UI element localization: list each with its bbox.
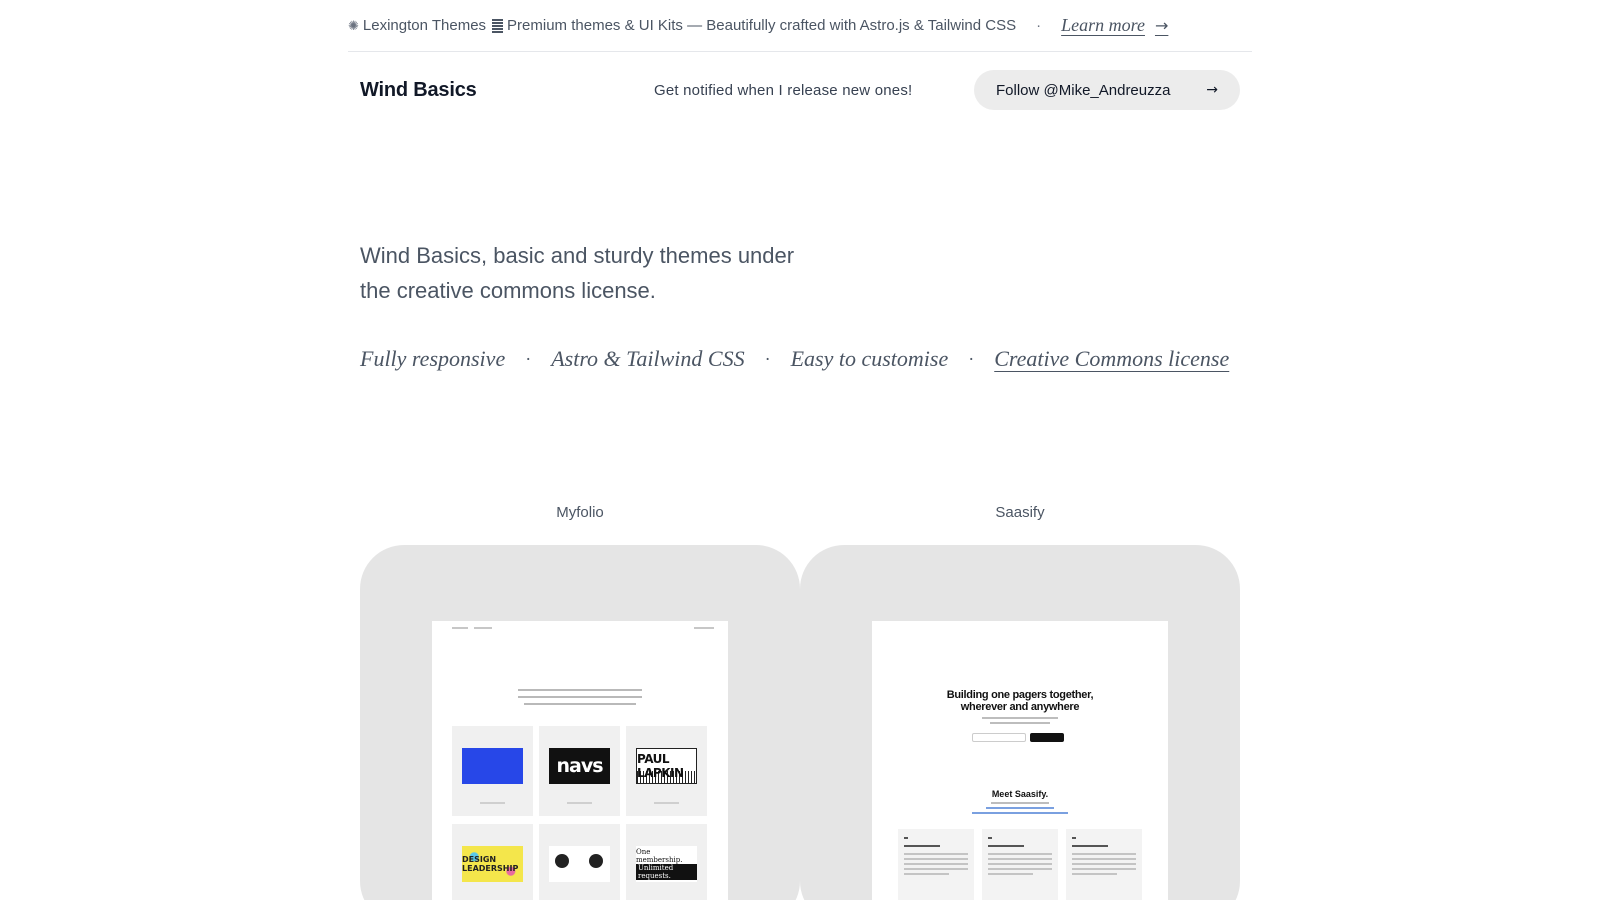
feature-list: Fully responsive · Astro & Tailwind CSS … — [360, 346, 1240, 372]
card-label-saasify: Saasify — [995, 504, 1045, 521]
announcement-text: Premium themes & UI Kits — Beautifully c… — [507, 17, 1017, 34]
thumb-column — [1066, 829, 1142, 900]
follow-button[interactable]: Follow @Mike_Andreuzza → — [974, 70, 1240, 110]
learn-more-link[interactable]: Learn more → — [1061, 15, 1168, 36]
arrow-right-icon: → — [1154, 16, 1169, 35]
saasify-screenshot: Building one pagers together, wherever a… — [872, 621, 1168, 900]
thumb-tile: DESIGN LEADERSHIP — [452, 824, 533, 900]
myfolio-screenshot: navs PAUL LAPKIN DESIGN LEADERSHIP One m… — [432, 621, 728, 900]
thumb-columns — [898, 829, 1142, 900]
thumb-tile — [452, 726, 533, 816]
feature-separator: · — [764, 348, 771, 369]
arrow-right-icon: → — [1206, 82, 1218, 98]
announcement-separator: · — [1036, 17, 1042, 34]
notify-text: Get notified when I release new ones! — [654, 81, 913, 99]
hero-tagline: Wind Basics, basic and sturdy themes und… — [360, 243, 795, 303]
feature-separator: · — [968, 348, 975, 369]
card-label-myfolio: Myfolio — [556, 504, 604, 521]
thumb-tile — [539, 824, 620, 900]
feature-item: Astro & Tailwind CSS — [551, 346, 745, 371]
thumb-column — [898, 829, 974, 900]
announcement-brand: Lexington Themes — [362, 17, 487, 34]
brand-sun-icon: ✺ — [348, 17, 359, 33]
thumb-tile: One membership. Unlimited requests. — [626, 824, 707, 900]
thumb-heading: Meet Saasify. — [991, 789, 1049, 799]
bars-icon — [492, 18, 504, 33]
learn-more-label: Learn more — [1061, 15, 1145, 35]
thumb-column — [982, 829, 1058, 900]
license-link[interactable]: Creative Commons license — [994, 346, 1229, 372]
follow-button-label: Follow @Mike_Andreuzza — [996, 81, 1171, 99]
feature-item: Easy to customise — [790, 346, 949, 371]
thumb-tile: navs — [539, 726, 620, 816]
thumb-grid: navs PAUL LAPKIN DESIGN LEADERSHIP One m… — [452, 726, 708, 900]
site-logo[interactable]: Wind Basics — [360, 79, 477, 102]
thumb-title: Building one pagers together, wherever a… — [946, 689, 1094, 713]
theme-card-saasify[interactable]: Building one pagers together, wherever a… — [800, 545, 1240, 900]
feature-separator: · — [525, 348, 532, 369]
thumb-tile: PAUL LAPKIN — [626, 726, 707, 816]
theme-card-myfolio[interactable]: navs PAUL LAPKIN DESIGN LEADERSHIP One m… — [360, 545, 800, 900]
thumb-intro — [518, 689, 642, 710]
thumb-description — [972, 802, 1068, 817]
feature-item: Fully responsive — [360, 346, 506, 371]
thumb-subtitle — [982, 717, 1058, 727]
thumb-nav — [452, 627, 714, 629]
thumb-form — [972, 733, 1064, 742]
announcement-bar: ✺ Lexington Themes Premium themes & UI K… — [348, 0, 1252, 52]
site-header: Wind Basics Get notified when I release … — [360, 68, 1240, 112]
